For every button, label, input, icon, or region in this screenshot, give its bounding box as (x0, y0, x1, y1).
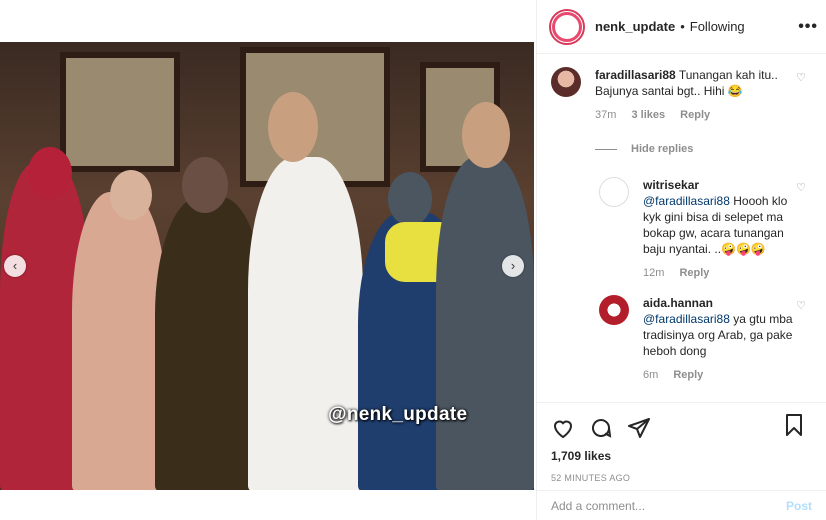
carousel-next-button[interactable]: › (502, 255, 524, 277)
comment-time[interactable]: 37m (595, 109, 616, 121)
comments-list[interactable]: faradillasari88 Tunangan kah itu.. Bajun… (537, 55, 826, 400)
header-separator: • (680, 19, 685, 34)
commenter-avatar[interactable] (551, 67, 581, 97)
comment-bubble-icon[interactable] (589, 416, 613, 440)
bookmark-icon[interactable] (782, 413, 806, 437)
person-head (28, 147, 72, 199)
share-paper-plane-icon[interactable] (627, 416, 651, 440)
person-head (268, 92, 318, 162)
reply-body: aida.hannan @faradillasari88 ya gtu mba … (643, 295, 803, 383)
like-comment-heart-icon[interactable]: ♡ (796, 299, 806, 312)
post-photo[interactable]: @nenk_update (0, 42, 534, 490)
person-figure (248, 157, 363, 490)
post-comment-button[interactable]: Post (786, 499, 812, 513)
post-media: @nenk_update ‹ › (0, 0, 536, 520)
person-head (182, 157, 228, 213)
add-comment-bar: Post (537, 490, 826, 520)
header-username[interactable]: nenk_update (595, 19, 675, 34)
comment-item: faradillasari88 Tunangan kah itu.. Bajun… (551, 67, 812, 123)
post-actions: 1,709 likes 52 MINUTES AGO (537, 402, 826, 483)
comment-body: faradillasari88 Tunangan kah itu.. Bajun… (595, 67, 783, 123)
person-head (462, 102, 510, 168)
follow-status-button[interactable]: Following (690, 19, 745, 34)
hide-replies-toggle[interactable]: Hide replies (595, 143, 812, 155)
reply-button[interactable]: Reply (673, 369, 703, 381)
likes-count[interactable]: 1,709 likes (551, 449, 812, 463)
commenter-avatar[interactable] (599, 295, 629, 325)
reply-mention-link[interactable]: @faradillasari88 (643, 194, 730, 208)
like-heart-icon[interactable] (551, 416, 575, 440)
reply-username[interactable]: aida.hannan (643, 296, 713, 310)
photo-watermark: @nenk_update (328, 404, 468, 425)
person-head (388, 172, 432, 226)
avatar-image (552, 11, 582, 42)
action-icons (551, 411, 812, 445)
reply-meta: 12m Reply (643, 265, 803, 281)
reply-meta: 6m Reply (643, 367, 803, 383)
reply-item: witrisekar @faradillasari88 Hoooh klo ky… (599, 177, 812, 281)
post-sidebar: nenk_update • Following ••• faradillasar… (536, 0, 826, 520)
like-comment-heart-icon[interactable]: ♡ (796, 181, 806, 194)
person-figure (72, 192, 167, 490)
divider-line (595, 148, 617, 150)
comment-likes-count[interactable]: 3 likes (631, 109, 665, 121)
post-timestamp[interactable]: 52 MINUTES AGO (551, 473, 812, 483)
reply-item: aida.hannan @faradillasari88 ya gtu mba … (599, 295, 812, 383)
reply-username[interactable]: witrisekar (643, 178, 699, 192)
post-header: nenk_update • Following ••• (537, 0, 826, 54)
person-head (110, 170, 152, 220)
like-comment-heart-icon[interactable]: ♡ (796, 71, 806, 84)
carousel-prev-button[interactable]: ‹ (4, 255, 26, 277)
window-decor (60, 52, 180, 172)
commenter-avatar[interactable] (599, 177, 629, 207)
comment-meta: 37m 3 likes Reply (595, 107, 783, 123)
add-comment-input[interactable] (551, 498, 786, 513)
reply-button[interactable]: Reply (679, 267, 709, 279)
profile-avatar[interactable] (549, 8, 585, 45)
reply-mention-link[interactable]: @faradillasari88 (643, 312, 730, 326)
comment-username[interactable]: faradillasari88 (595, 68, 676, 82)
hide-replies-label[interactable]: Hide replies (631, 143, 693, 155)
person-figure (436, 157, 534, 490)
reply-button[interactable]: Reply (680, 109, 710, 121)
more-options-icon[interactable]: ••• (798, 18, 818, 36)
instagram-post: @nenk_update ‹ › nenk_update • Following… (0, 0, 826, 520)
reply-time[interactable]: 6m (643, 369, 658, 381)
reply-body: witrisekar @faradillasari88 Hoooh klo ky… (643, 177, 803, 281)
reply-time[interactable]: 12m (643, 267, 664, 279)
